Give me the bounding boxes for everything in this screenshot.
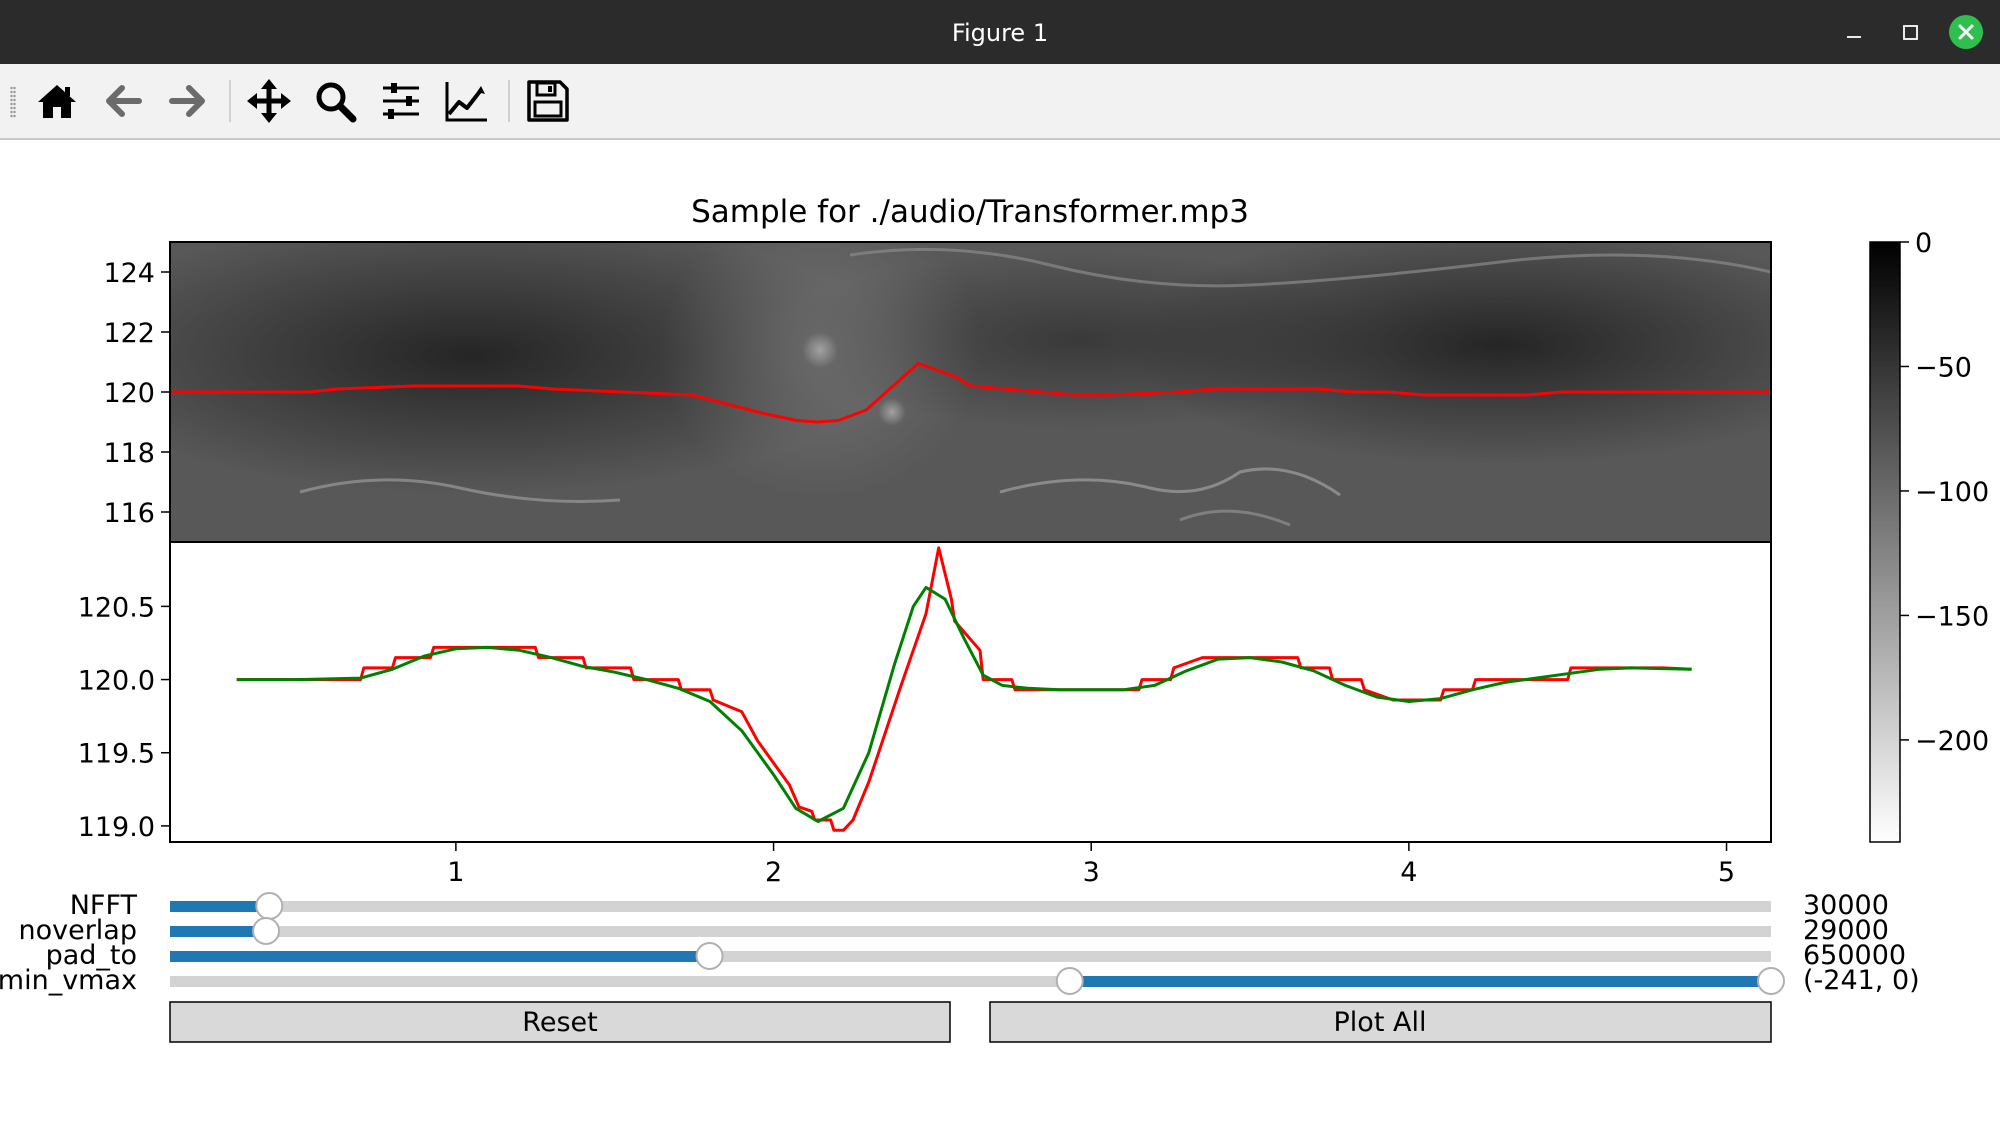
slider-handle[interactable] [252, 917, 281, 945]
slider-handle[interactable] [695, 942, 724, 970]
colorbar-tick-label: −100 [1915, 477, 1989, 508]
pad-to-slider[interactable]: pad_to 650000 [46, 940, 1907, 971]
colorbar-tick-label: −50 [1915, 352, 1972, 383]
slider-fill [170, 901, 270, 912]
y-tick-label: 124 [103, 258, 155, 289]
x-tick-label: 1 [447, 857, 464, 888]
slider-min-handle[interactable] [1055, 967, 1084, 995]
y-tick-label: 120.0 [78, 666, 155, 697]
slider-fill [170, 926, 267, 937]
reset-button-label: Reset [522, 1007, 597, 1038]
colorbar-tick-label: −200 [1915, 726, 1989, 757]
slider-label: min_vmax [0, 965, 137, 996]
colorbar-gradient [1869, 241, 1901, 843]
plot-all-button[interactable]: Plot All [989, 1001, 1772, 1043]
noverlap-slider[interactable]: noverlap 29000 [18, 915, 1888, 946]
y-tick-label: 120 [103, 378, 155, 409]
slider-fill [170, 951, 710, 962]
slider-track[interactable] [170, 901, 1771, 912]
y-tick-label: 120.5 [78, 592, 155, 623]
figure-canvas: Sample for ./audio/Transformer.mp3 11611… [0, 194, 1989, 1043]
x-tick-label: 3 [1083, 857, 1100, 888]
colorbar-tick-label: 0 [1915, 228, 1932, 259]
slider-max-handle[interactable] [1757, 967, 1785, 995]
y-tick-label: 116 [103, 498, 155, 529]
y-tick-label: 122 [103, 318, 155, 349]
nfft-slider[interactable]: NFFT 30000 [70, 890, 1889, 921]
x-tick-label: 4 [1400, 857, 1417, 888]
y-tick-label: 119.0 [78, 812, 155, 843]
slider-fill [1069, 976, 1771, 987]
y-tick-label: 119.5 [78, 739, 155, 770]
slider-track[interactable] [170, 926, 1771, 937]
spectrogram-image [170, 242, 1771, 542]
reset-button[interactable]: Reset [169, 1001, 951, 1043]
min-vmax-range-slider[interactable]: min_vmax (-241, 0) [0, 965, 1920, 996]
slider-value: (-241, 0) [1803, 965, 1920, 996]
pitch-axes: 119.0 119.5 120.0 120.5 1 2 3 4 5 [78, 541, 1772, 888]
figure-title: Sample for ./audio/Transformer.mp3 [691, 194, 1249, 230]
spectrogram-axes: 1161181201221241234 [103, 241, 1772, 588]
x-tick-label: 2 [765, 857, 782, 888]
slider-handle[interactable] [255, 892, 284, 920]
y-tick-label: 118 [103, 438, 155, 469]
colorbar-ticks: 0 −50 −100 −150 −200 [1900, 228, 1989, 757]
plot-all-button-label: Plot All [1334, 1007, 1427, 1038]
colorbar-tick-label: −150 [1915, 601, 1989, 632]
x-tick-label: 5 [1718, 857, 1735, 888]
colorbar: 0 −50 −100 −150 −200 [1869, 228, 1989, 843]
